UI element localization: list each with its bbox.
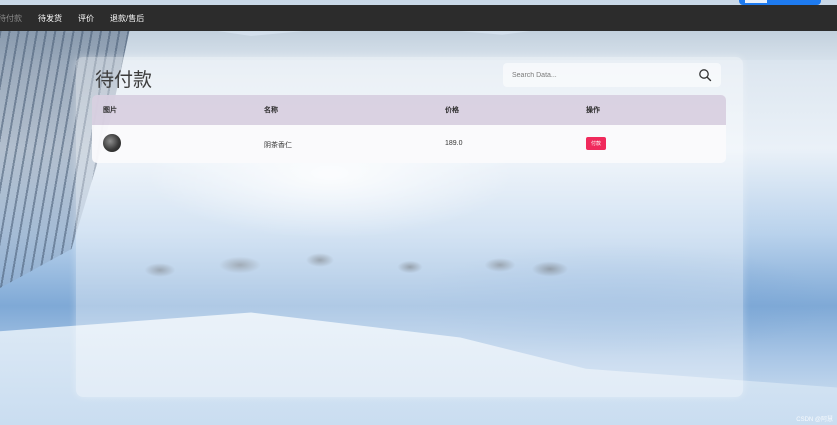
column-header-price: 价格: [445, 107, 459, 114]
search-icon[interactable]: [698, 68, 712, 82]
nav-item-review[interactable]: 评价: [78, 13, 94, 24]
nav-item-refund[interactable]: 退款/售后: [110, 13, 144, 24]
table-header: 图片 名称 价格 操作: [92, 95, 726, 125]
nav-menu: 待付款 待发货 评价 退款/售后: [0, 13, 160, 24]
pay-button[interactable]: 付款: [586, 137, 606, 150]
column-header-name: 名称: [264, 107, 278, 114]
nav-item-pending-payment[interactable]: 待付款: [0, 13, 22, 24]
product-name: 阴茶香仁: [264, 142, 292, 149]
product-thumbnail: [103, 134, 121, 152]
search-bar: [503, 63, 721, 87]
column-header-action: 操作: [586, 107, 600, 114]
orders-panel: 待付款 图片 名称 价格 操作 阴茶香仁 189.0 付款: [76, 57, 743, 397]
page-title: 待付款: [95, 69, 153, 91]
product-price: 189.0: [445, 140, 463, 147]
search-input[interactable]: [512, 67, 692, 83]
nav-item-pending-shipment[interactable]: 待发货: [38, 13, 62, 24]
top-nav-bar: 待付款 待发货 评价 退款/售后: [0, 5, 837, 31]
watermark: CSDN @阿慧: [796, 417, 833, 423]
table-row: 阴茶香仁 189.0 付款: [92, 125, 726, 163]
orders-table: 图片 名称 价格 操作 阴茶香仁 189.0 付款: [92, 95, 726, 163]
column-header-image: 图片: [103, 107, 117, 114]
